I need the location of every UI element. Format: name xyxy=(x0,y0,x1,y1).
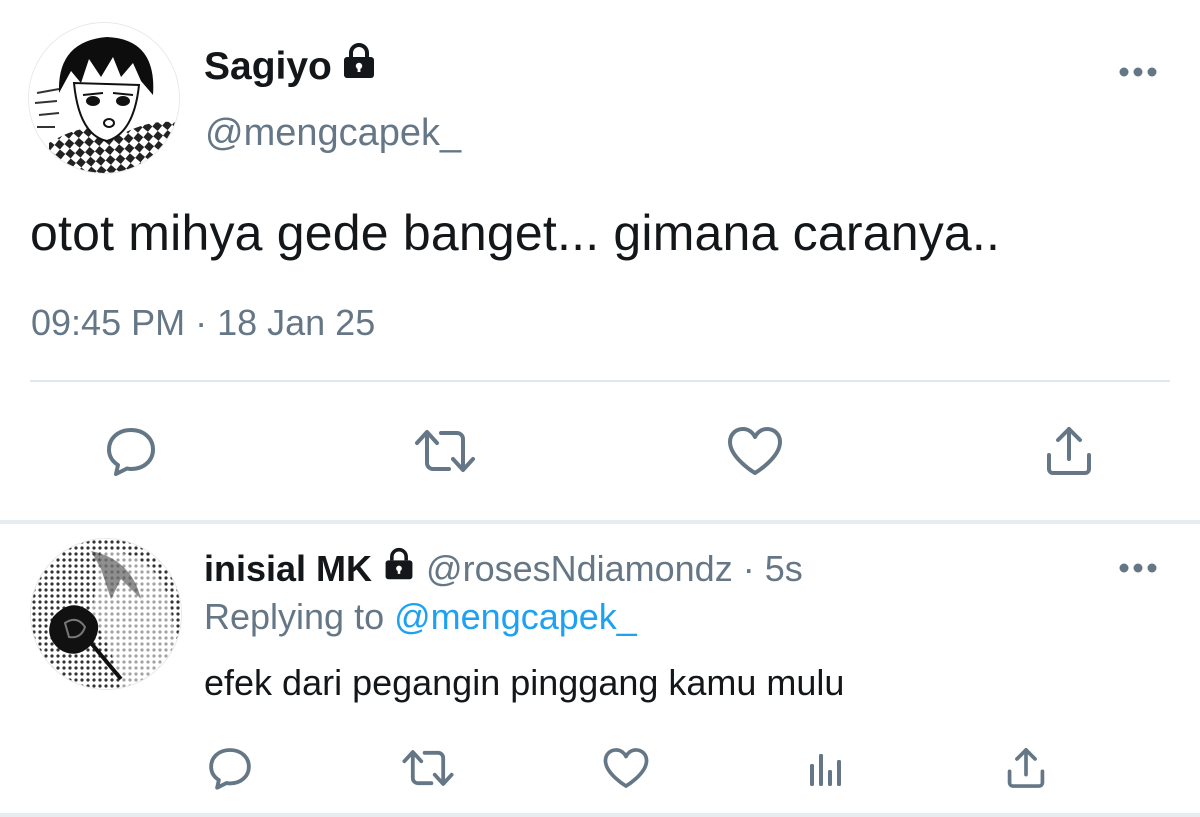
avatar[interactable] xyxy=(28,22,180,174)
timestamp[interactable]: 5s xyxy=(765,546,803,592)
retweet-button[interactable] xyxy=(398,738,458,798)
reply-icon xyxy=(107,428,155,476)
display-name-text[interactable]: Sagiyo xyxy=(204,43,332,91)
heart-icon xyxy=(728,427,782,475)
like-button[interactable] xyxy=(720,416,790,486)
separator-dot: · xyxy=(742,548,755,589)
analytics-icon xyxy=(810,754,841,786)
tweet-text: efek dari pegangin pinggang kamu mulu xyxy=(204,662,845,703)
reply-header: inisial MK @rosesNdiamondz · 5s xyxy=(204,546,803,592)
replying-to-handle-link[interactable]: @mengcapek_ xyxy=(394,596,637,637)
tweet-text: otot mihya gede banget... gimana caranya… xyxy=(30,205,1001,261)
share-button[interactable] xyxy=(996,738,1056,798)
reply-button[interactable] xyxy=(200,738,260,798)
display-name[interactable]: inisial MK xyxy=(204,546,372,592)
divider xyxy=(30,380,1170,382)
replying-to: Replying to @mengcapek_ xyxy=(204,594,637,640)
timestamp[interactable]: 09:45 PM · 18 Jan 25 xyxy=(31,300,375,346)
avatar-image xyxy=(29,23,179,173)
section-divider xyxy=(0,813,1200,817)
avatar-image xyxy=(31,539,181,689)
reply-button[interactable] xyxy=(96,416,166,486)
heart-icon xyxy=(603,748,649,788)
handle[interactable]: @rosesNdiamondz xyxy=(426,546,733,592)
section-divider xyxy=(0,520,1200,524)
more-horizontal-icon[interactable] xyxy=(1114,556,1162,580)
avatar[interactable] xyxy=(30,538,182,690)
like-button[interactable] xyxy=(596,738,656,798)
reply-icon xyxy=(209,748,251,790)
lock-icon xyxy=(382,546,416,592)
handle[interactable]: @mengcapek_ xyxy=(205,110,461,156)
retweet-icon xyxy=(402,750,454,786)
share-icon xyxy=(1047,427,1091,475)
retweet-icon xyxy=(415,430,475,472)
share-icon xyxy=(1007,748,1045,788)
retweet-button[interactable] xyxy=(410,416,480,486)
lock-icon xyxy=(340,42,378,92)
replying-to-prefix: Replying to xyxy=(204,596,385,637)
analytics-button[interactable] xyxy=(796,738,856,798)
more-horizontal-icon[interactable] xyxy=(1114,60,1162,84)
share-button[interactable] xyxy=(1034,416,1104,486)
display-name[interactable]: Sagiyo xyxy=(204,42,378,92)
